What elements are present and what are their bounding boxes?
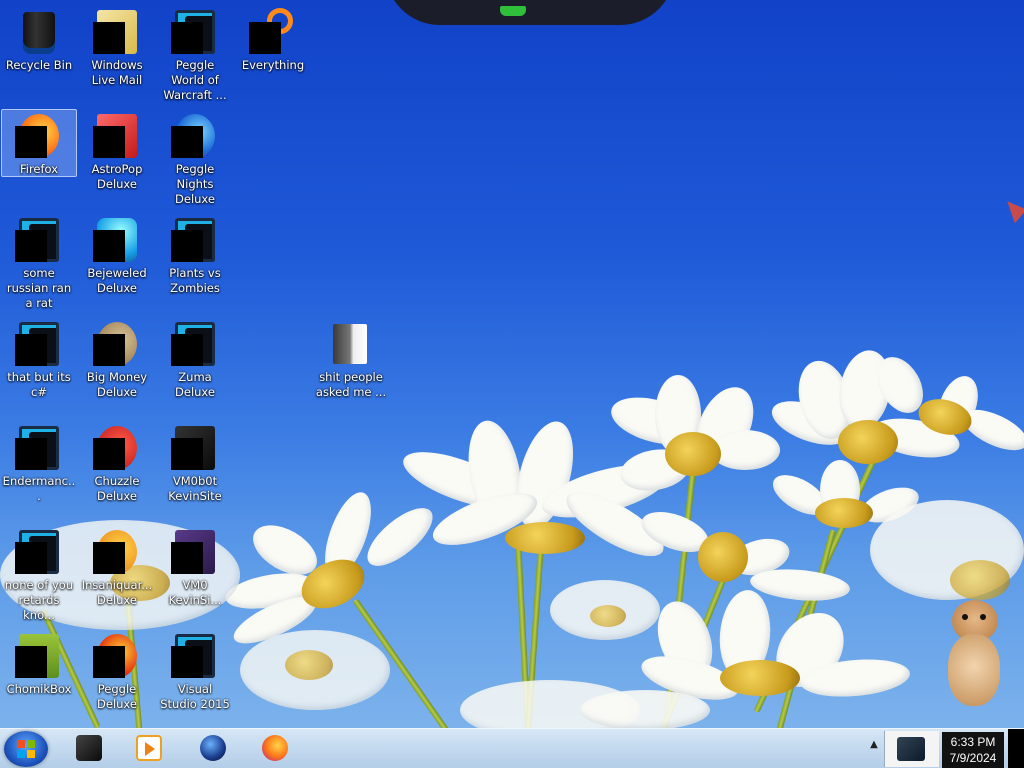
- icon-label: ChomikBox: [6, 682, 72, 696]
- bejeweled-icon: [93, 216, 141, 264]
- desktop-icon-none-of-you[interactable]: none of you retards kno...: [0, 524, 78, 623]
- icon-label: Bejeweled Deluxe: [87, 266, 147, 295]
- astropop-icon: [93, 112, 141, 160]
- icon-label: none of you retards kno...: [4, 578, 74, 622]
- desktop-icon-peggle-nights-deluxe[interactable]: Peggle Nights Deluxe: [156, 108, 234, 207]
- tray-overflow-button[interactable]: ▲: [868, 739, 880, 759]
- system-tray: ▲ 6:33 PM 7/9/2024: [864, 729, 1024, 768]
- taskbar: ▲ 6:33 PM 7/9/2024: [0, 728, 1024, 768]
- desktop[interactable]: Recycle Bin Firefox some russian ran a r…: [0, 0, 1024, 728]
- taskbar-firefox-button[interactable]: [252, 731, 296, 767]
- shortcut-icon: [15, 528, 63, 576]
- desktop-icon-firefox[interactable]: Firefox: [0, 108, 78, 177]
- tray-app-button[interactable]: [884, 731, 939, 767]
- plants-vs-zombies-icon: [171, 216, 219, 264]
- icon-label: Peggle Deluxe: [97, 682, 137, 711]
- desktop-icon-vm0b0t-kevinsite[interactable]: VM0b0t KevinSite: [156, 420, 234, 504]
- taskbar-explorer-button[interactable]: [66, 731, 110, 767]
- chomikbox-icon: [15, 632, 63, 680]
- firefox-icon: [262, 735, 288, 761]
- icon-label: Windows Live Mail: [91, 58, 143, 87]
- peggle-nights-icon: [171, 112, 219, 160]
- show-desktop-button[interactable]: [1008, 729, 1024, 768]
- everything-search-icon: [249, 8, 297, 56]
- recycle-bin-icon: [15, 8, 63, 56]
- icon-label: shit people asked me ...: [315, 370, 387, 399]
- vm-shortcut-icon: [171, 528, 219, 576]
- desktop-icon-endermanch[interactable]: Endermanc...: [0, 420, 78, 504]
- chuzzle-icon: [93, 424, 141, 472]
- desktop-icon-everything[interactable]: Everything: [234, 4, 312, 73]
- clock[interactable]: 6:33 PM 7/9/2024: [942, 732, 1004, 768]
- clock-time: 6:33 PM: [950, 735, 996, 749]
- desktop-icon-astropop-deluxe[interactable]: AstroPop Deluxe: [78, 108, 156, 192]
- icon-label: Recycle Bin: [5, 58, 73, 72]
- desktop-icon-some-russian-ran-a-rat[interactable]: some russian ran a rat: [0, 212, 78, 311]
- media-player-icon: [136, 735, 162, 761]
- insaniquarium-icon: [93, 528, 141, 576]
- desktop-icon-peggle-world-of-warcraft[interactable]: Peggle World of Warcraft ...: [156, 4, 234, 103]
- icon-label: Firefox: [19, 162, 59, 176]
- desktop-icon-big-money-deluxe[interactable]: Big Money Deluxe: [78, 316, 156, 400]
- desktop-icon-bejeweled-deluxe[interactable]: Bejeweled Deluxe: [78, 212, 156, 296]
- desktop-icon-zuma-deluxe[interactable]: Zuma Deluxe: [156, 316, 234, 400]
- desktop-icon-chuzzle-deluxe[interactable]: Chuzzle Deluxe: [78, 420, 156, 504]
- icon-label: Peggle Nights Deluxe: [175, 162, 215, 206]
- windows-logo-icon: [17, 740, 35, 758]
- icon-label: that but its c#: [7, 370, 71, 399]
- desktop-icon-plants-vs-zombies[interactable]: Plants vs Zombies: [156, 212, 234, 296]
- desktop-icon-chomikbox[interactable]: ChomikBox: [0, 628, 78, 697]
- firefox-icon: [15, 112, 63, 160]
- desktop-icon-insaniquarium-deluxe[interactable]: Insaniquar... Deluxe: [78, 524, 156, 608]
- desktop-icon-recycle-bin[interactable]: Recycle Bin: [0, 4, 78, 73]
- start-button[interactable]: [4, 731, 48, 767]
- icon-label: AstroPop Deluxe: [91, 162, 143, 191]
- desktop-icon-that-but-its-csharp[interactable]: that but its c#: [0, 316, 78, 400]
- peggle-wow-icon: [171, 8, 219, 56]
- icon-label: Peggle World of Warcraft ...: [163, 58, 227, 102]
- icon-label: VM0 KevinSi...: [168, 578, 222, 607]
- globe-app-icon: [200, 735, 226, 761]
- icon-label: Visual Studio 2015: [160, 682, 230, 711]
- icon-label: Chuzzle Deluxe: [94, 474, 140, 503]
- vm-shortcut-icon: [171, 424, 219, 472]
- camera-icon: [897, 737, 925, 761]
- desktop-icon-vm0-kevinsite[interactable]: VM0 KevinSi...: [156, 524, 234, 608]
- icon-label: some russian ran a rat: [6, 266, 72, 310]
- desktop-icon-windows-live-mail[interactable]: Windows Live Mail: [78, 4, 156, 88]
- taskbar-globe-app-button[interactable]: [190, 731, 234, 767]
- icon-label: Big Money Deluxe: [86, 370, 148, 399]
- clock-date: 7/9/2024: [949, 751, 997, 765]
- shortcut-icon: [15, 424, 63, 472]
- wallpaper-notch: [385, 0, 675, 25]
- taskbar-media-player-button[interactable]: [126, 731, 170, 767]
- wallpaper-arrow-icon: [999, 196, 1024, 224]
- big-money-icon: [93, 320, 141, 368]
- folder-icon: [327, 320, 375, 368]
- explorer-icon: [76, 735, 102, 761]
- zuma-icon: [171, 320, 219, 368]
- mail-icon: [93, 8, 141, 56]
- icon-label: Plants vs Zombies: [169, 266, 221, 295]
- hamster-desktop-pet[interactable]: [944, 600, 1004, 710]
- desktop-icon-visual-studio-2015[interactable]: Visual Studio 2015: [156, 628, 234, 712]
- icon-label: Zuma Deluxe: [175, 370, 215, 399]
- icon-label: Insaniquar... Deluxe: [81, 578, 153, 607]
- shortcut-icon: [15, 320, 63, 368]
- desktop-icon-shit-people-asked-me[interactable]: shit people asked me ...: [312, 316, 390, 400]
- icon-label: VM0b0t KevinSite: [168, 474, 222, 503]
- desktop-icon-peggle-deluxe[interactable]: Peggle Deluxe: [78, 628, 156, 712]
- visual-studio-icon: [171, 632, 219, 680]
- icon-label: Everything: [241, 58, 305, 72]
- shortcut-icon: [15, 216, 63, 264]
- icon-label: Endermanc...: [2, 474, 76, 503]
- wallpaper-indicator: [500, 6, 526, 16]
- peggle-icon: [93, 632, 141, 680]
